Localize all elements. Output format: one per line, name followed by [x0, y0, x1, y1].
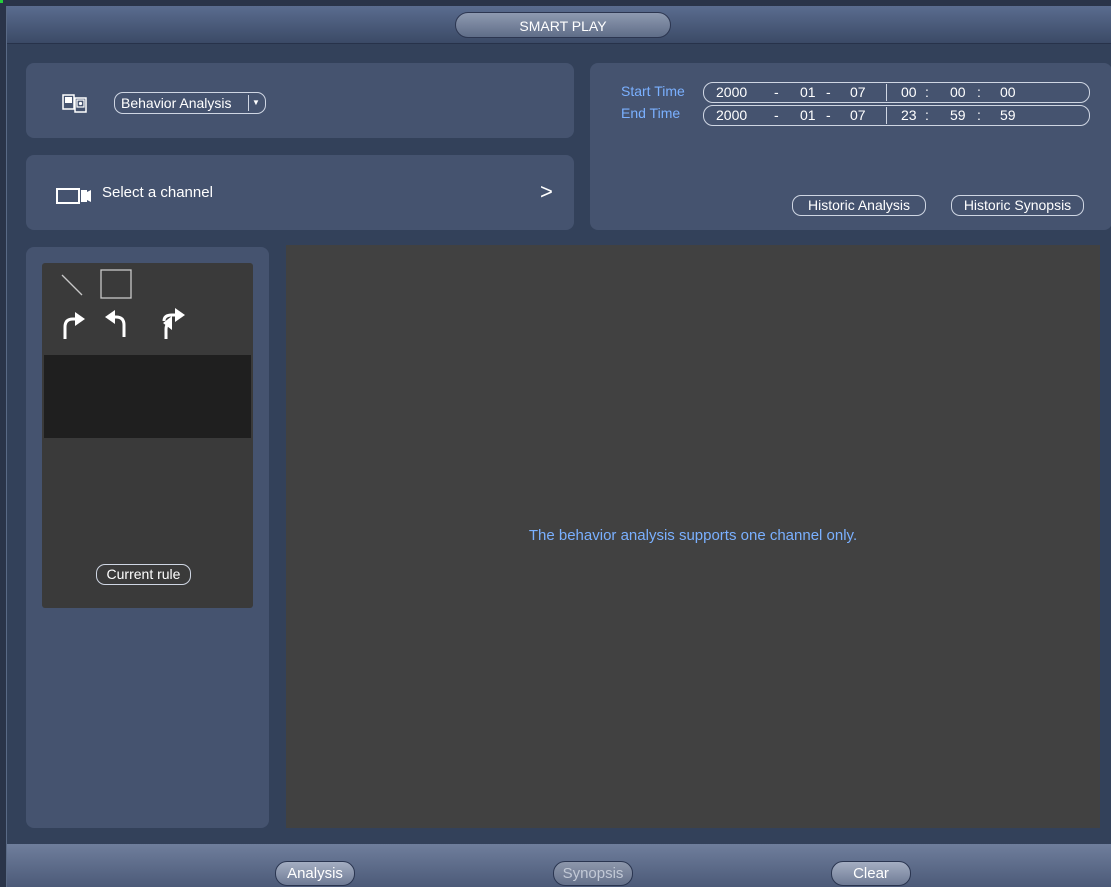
end-year[interactable]: 2000: [716, 106, 747, 125]
synopsis-button[interactable]: Synopsis: [553, 861, 633, 886]
start-hour[interactable]: 00: [901, 83, 917, 102]
historic-analysis-button[interactable]: Historic Analysis: [792, 195, 926, 216]
start-second[interactable]: 00: [1000, 83, 1016, 102]
start-time-label: Start Time: [621, 83, 685, 99]
rule-drawing-area: Current rule: [42, 263, 253, 608]
time-separator: :: [977, 84, 981, 100]
current-rule-button[interactable]: Current rule: [96, 564, 191, 585]
rule-panel: Current rule: [26, 247, 269, 828]
channel-label: Select a channel: [102, 184, 213, 201]
turn-right-icon[interactable]: [60, 309, 86, 341]
start-year[interactable]: 2000: [716, 83, 747, 102]
field-divider: [886, 84, 887, 101]
chevron-down-icon: ▼: [248, 95, 263, 111]
date-separator: -: [774, 84, 779, 100]
end-time-field[interactable]: 2000 - 01 - 07 23 : 59 : 59: [703, 105, 1090, 126]
video-display-area[interactable]: The behavior analysis supports one chann…: [286, 245, 1100, 828]
time-separator: :: [977, 107, 981, 123]
camera-icon: [56, 188, 91, 204]
end-time-label: End Time: [621, 105, 681, 121]
field-divider: [886, 107, 887, 124]
analysis-button[interactable]: Analysis: [275, 861, 355, 886]
line-draw-icon[interactable]: [60, 273, 84, 297]
turn-left-icon[interactable]: [104, 307, 130, 339]
chevron-right-icon[interactable]: >: [540, 179, 553, 205]
bottom-toolbar: Analysis Synopsis Clear: [7, 844, 1111, 887]
channel-select-panel[interactable]: Select a channel >: [26, 155, 574, 230]
date-separator: -: [826, 84, 831, 100]
analysis-type-select[interactable]: Behavior Analysis ▼: [114, 92, 266, 114]
end-second[interactable]: 59: [1000, 106, 1016, 125]
historic-synopsis-button[interactable]: Historic Synopsis: [951, 195, 1084, 216]
rectangle-draw-icon[interactable]: [100, 269, 132, 299]
window-title: SMART PLAY: [455, 12, 671, 38]
clear-button[interactable]: Clear: [831, 861, 911, 886]
end-month[interactable]: 01: [800, 106, 816, 125]
rule-preview: [44, 355, 251, 438]
analysis-type-value: Behavior Analysis: [121, 95, 232, 111]
time-separator: :: [925, 84, 929, 100]
date-separator: -: [826, 107, 831, 123]
end-minute[interactable]: 59: [950, 106, 966, 125]
start-minute[interactable]: 00: [950, 83, 966, 102]
video-message: The behavior analysis supports one chann…: [528, 527, 858, 544]
title-bar: SMART PLAY: [7, 6, 1111, 44]
end-hour[interactable]: 23: [901, 106, 917, 125]
start-month[interactable]: 01: [800, 83, 816, 102]
smart-play-window: SMART PLAY Behavior Analysis ▼ Select a …: [6, 6, 1111, 887]
analysis-type-icon: [62, 94, 87, 113]
start-day[interactable]: 07: [850, 83, 866, 102]
end-day[interactable]: 07: [850, 106, 866, 125]
start-time-field[interactable]: 2000 - 01 - 07 00 : 00 : 00: [703, 82, 1090, 103]
time-range-panel: Start Time 2000 - 01 - 07 00 : 00 : 00 E…: [590, 63, 1111, 230]
corner-marker: [0, 0, 3, 3]
analysis-type-panel: Behavior Analysis ▼: [26, 63, 574, 138]
u-turn-icon[interactable]: [156, 307, 186, 341]
time-separator: :: [925, 107, 929, 123]
date-separator: -: [774, 107, 779, 123]
